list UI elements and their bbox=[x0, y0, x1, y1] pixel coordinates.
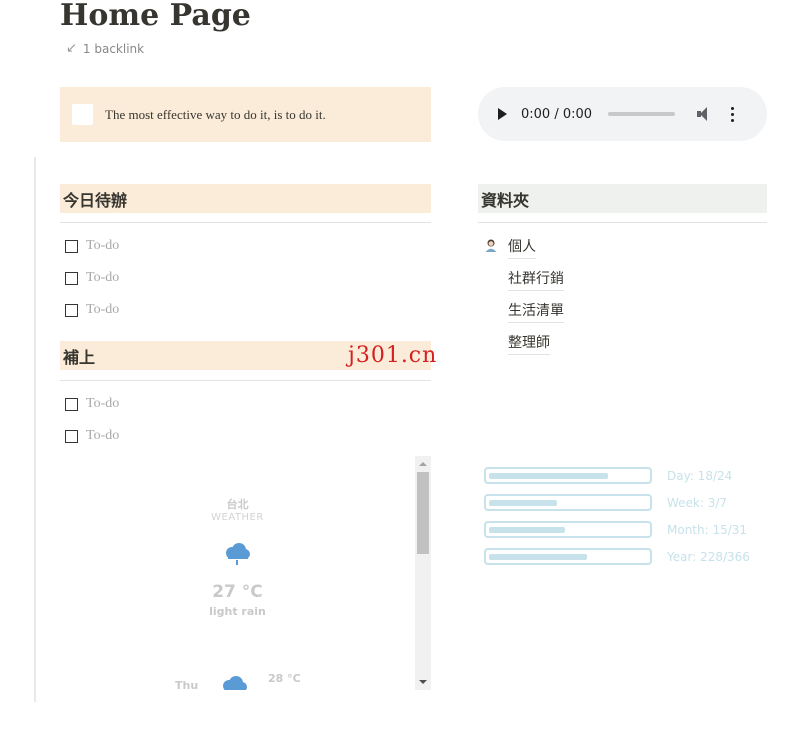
callout-icon bbox=[72, 104, 93, 125]
checkbox[interactable] bbox=[65, 239, 78, 253]
audio-time: 0:00 / 0:00 bbox=[521, 106, 593, 122]
folder-link-life-list[interactable]: 生活清單 bbox=[508, 300, 564, 323]
forecast-cloud-icon bbox=[223, 676, 247, 690]
weather-condition: light rain bbox=[209, 605, 266, 618]
checkbox[interactable] bbox=[65, 271, 78, 285]
person-icon bbox=[485, 239, 497, 252]
quote-callout: The most effective way to do it, is to d… bbox=[60, 87, 431, 142]
divider bbox=[60, 380, 431, 381]
checkbox[interactable] bbox=[65, 303, 78, 317]
quote-text: The most effective way to do it, is to d… bbox=[105, 106, 326, 122]
progress-fill bbox=[489, 554, 587, 560]
todo-item[interactable]: To-do bbox=[65, 270, 119, 286]
divider bbox=[60, 222, 431, 223]
progress-bar-week bbox=[484, 494, 652, 511]
progress-label-month: Month: 15/31 bbox=[667, 523, 748, 537]
audio-player: 0:00 / 0:00 bbox=[478, 87, 767, 141]
column-divider bbox=[34, 157, 36, 702]
audio-progress-slider[interactable] bbox=[608, 112, 676, 116]
todo-label: To-do bbox=[86, 428, 120, 443]
weather-widget: 台北 WEATHER 27 °C light rain Thu 28 °C bbox=[60, 456, 431, 690]
play-icon[interactable] bbox=[498, 108, 507, 120]
todo-label: To-do bbox=[86, 302, 120, 317]
todo-item[interactable]: To-do bbox=[65, 428, 119, 444]
progress-label-year: Year: 228/366 bbox=[667, 550, 750, 564]
progress-fill bbox=[489, 527, 565, 533]
scroll-up-icon[interactable] bbox=[419, 462, 427, 466]
todo-section-heading: 今日待辦 bbox=[60, 184, 431, 213]
watermark: j301.cn bbox=[348, 343, 438, 368]
progress-fill bbox=[489, 500, 557, 506]
todo-label: To-do bbox=[86, 396, 120, 411]
folders-section-heading: 資料夾 bbox=[478, 184, 767, 213]
todo-label: To-do bbox=[86, 270, 120, 285]
progress-label-week: Week: 3/7 bbox=[667, 496, 728, 510]
todo-label: To-do bbox=[86, 238, 120, 253]
page-title: Home Page bbox=[60, 0, 251, 33]
checkbox[interactable] bbox=[65, 429, 78, 443]
backlink[interactable]: ↙ 1 backlink bbox=[66, 41, 144, 56]
backlink-label: 1 backlink bbox=[82, 41, 145, 56]
scrollbar-thumb[interactable] bbox=[417, 472, 429, 554]
progress-bar-year bbox=[484, 548, 652, 565]
progress-label-day: Day: 18/24 bbox=[667, 469, 733, 483]
todo-item[interactable]: To-do bbox=[65, 238, 119, 254]
backlink-arrow-icon: ↙ bbox=[66, 41, 77, 56]
folder-link-personal[interactable]: 個人 bbox=[508, 236, 536, 259]
scroll-down-icon[interactable] bbox=[419, 680, 427, 684]
weather-city: 台北 bbox=[226, 498, 249, 511]
divider bbox=[478, 222, 767, 223]
forecast-day: Thu bbox=[175, 679, 199, 690]
volume-icon[interactable] bbox=[697, 107, 713, 121]
folder-link-organizer[interactable]: 整理師 bbox=[508, 332, 550, 355]
scrollbar[interactable] bbox=[415, 456, 431, 690]
progress-bar-month bbox=[484, 521, 652, 538]
checkbox[interactable] bbox=[65, 397, 78, 411]
todo-item[interactable]: To-do bbox=[65, 396, 119, 412]
progress-bar-day bbox=[484, 467, 652, 484]
rain-cloud-icon bbox=[226, 543, 250, 565]
more-options-icon[interactable] bbox=[731, 106, 735, 122]
progress-fill bbox=[489, 473, 608, 479]
weather-temperature: 27 °C bbox=[212, 582, 263, 602]
weather-label: WEATHER bbox=[211, 512, 264, 523]
folder-link-social-marketing[interactable]: 社群行銷 bbox=[508, 268, 564, 291]
forecast-high: 28 °C bbox=[268, 672, 301, 685]
todo-item[interactable]: To-do bbox=[65, 302, 119, 318]
